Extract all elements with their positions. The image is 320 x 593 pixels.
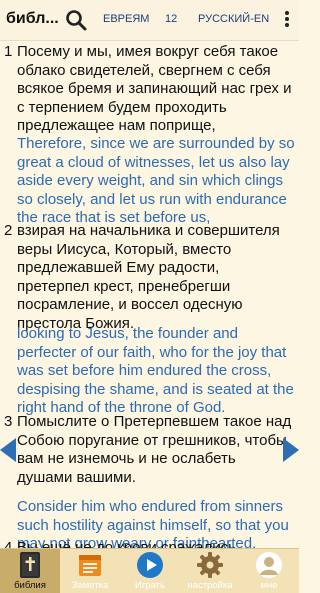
tab-note[interactable]: Заметка [60,549,120,593]
tab-label: Играть [135,580,165,591]
verse-text-english: looking to Jesus, the founder and perfec… [17,325,294,416]
tab-settings[interactable]: настройка [180,549,240,593]
tab-label: мне [260,580,278,591]
verse-number: 4 [4,539,13,548]
verse-number: 3 [4,413,13,430]
tab-play[interactable]: Играть [120,549,180,593]
tab-label: Заметка [71,580,109,591]
book-selector[interactable]: ЕВРЕЯМ [103,13,149,25]
verse-text-english: Therefore, since we are surrounded by so… [17,135,295,226]
next-chapter-arrow[interactable] [283,438,299,462]
app-title[interactable]: библ... [6,10,59,28]
more-menu-icon[interactable] [281,9,293,31]
tab-me[interactable]: мне [239,549,299,593]
tab-bible[interactable]: библия [0,549,60,593]
verse-text-russian: Помыслите о Претерпевшем такое над Собою… [17,413,292,486]
verse-text-russian: Вы ещё не до крови сражались, [17,539,241,548]
top-bar: библ... ЕВРЕЯМ 12 РУССКИЙ-EN [0,0,299,41]
bottom-navigation: библия Заметка Играть настройка мне [0,548,299,593]
search-icon[interactable] [64,8,88,32]
translation-selector[interactable]: РУССКИЙ-EN [198,13,269,25]
verse-list[interactable]: 1 Посему и мы, имея вокруг себя такое об… [0,40,299,548]
tab-label: настройка [187,580,233,591]
verse-text-russian: взирая на начальника и совершителя веры … [17,222,280,332]
verse-number: 2 [4,222,13,239]
verse-number: 1 [4,43,13,60]
verse-text-russian: Посему и мы, имея вокруг себя такое обла… [17,43,292,134]
chapter-selector[interactable]: 12 [165,13,177,25]
tab-label: библия [14,580,46,591]
previous-chapter-arrow[interactable] [0,438,16,462]
